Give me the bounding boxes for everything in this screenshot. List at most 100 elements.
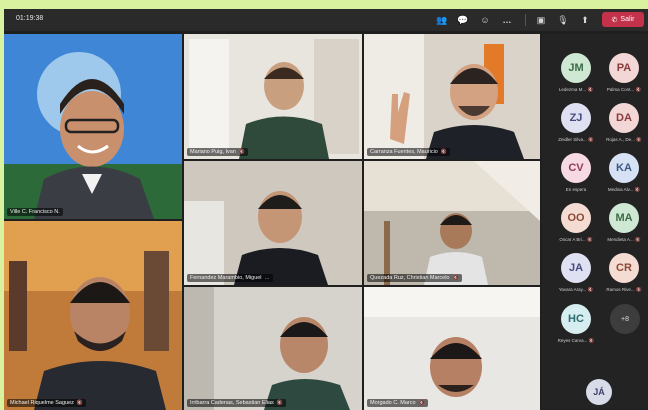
avatar: DA	[609, 103, 639, 133]
video-tile[interactable]: Ville C. Francisco N.	[4, 34, 182, 219]
participant-label: Fernandez Marambio, Miguel…	[187, 274, 273, 282]
mic-muted-icon: 🔇	[587, 87, 594, 92]
roster-name-text: Palma Cont...	[606, 87, 635, 92]
video-feed	[364, 34, 540, 159]
meeting-window: 01:19:38 👥 💬 ☺ … ▣ 🎙 ⬆ ✆ Salir Ville C. …	[4, 9, 648, 410]
roster-name: Oscar A Bri... 🔇	[552, 237, 600, 243]
camera-off-icon[interactable]: ▣	[534, 13, 548, 27]
video-feed	[364, 161, 540, 285]
avatar: ZJ	[561, 103, 591, 133]
mic-muted-icon: 🔇	[636, 137, 642, 142]
reactions-icon[interactable]: ☺	[478, 13, 492, 27]
roster-name-text: Mendieta A...	[607, 237, 634, 242]
more-icon[interactable]: …	[500, 13, 514, 27]
share-icon[interactable]: ⬆	[578, 13, 592, 27]
leave-button[interactable]: ✆ Salir	[602, 12, 644, 27]
roster-name: Mendieta A... 🔇	[600, 237, 648, 243]
leave-label: Salir	[620, 16, 635, 23]
roster-name: Ledezma M... 🔇	[552, 87, 600, 93]
roster-name-text: Rojas A., De...	[606, 137, 635, 142]
mic-muted-icon: 🔇	[634, 187, 641, 192]
roster-item[interactable]: CV En espera	[552, 153, 600, 203]
video-grid: Ville C. Francisco N. Mariano Puig, Ivan…	[4, 34, 540, 410]
participant-roster: JM Ledezma M... 🔇 PA Palma Cont... 🔇 ZJ …	[542, 34, 648, 410]
mic-muted-icon: 🔇	[587, 287, 594, 292]
roster-item[interactable]: JM Ledezma M... 🔇	[552, 53, 600, 103]
avatar: OO	[561, 203, 591, 233]
avatar: HC	[561, 304, 591, 334]
chat-icon[interactable]: 💬	[456, 13, 470, 27]
roster-name-text: Yavara Aray...	[558, 287, 587, 292]
avatar: PA	[609, 53, 639, 83]
roster-item[interactable]: CR Ramos Rive... 🔇	[600, 253, 648, 303]
roster-item[interactable]: OO Oscar A Bri... 🔇	[552, 203, 600, 253]
more-participants-button[interactable]: +8	[610, 304, 640, 334]
video-tile[interactable]: Quezada Ruz, Christian Marcelo 🔇	[364, 161, 540, 285]
participant-name: Mariano Puig, Ivan	[190, 149, 236, 155]
video-tile[interactable]: Michael Riquelme Saguez 🔇	[4, 221, 182, 410]
avatar: KA	[609, 153, 639, 183]
roster-name: Reyes Carva... 🔇	[552, 338, 600, 344]
mic-muted-icon: 🔇	[586, 237, 593, 242]
avatar: MA	[609, 203, 639, 233]
roster-name: Medina Alv... 🔇	[600, 187, 648, 193]
avatar: CV	[561, 153, 591, 183]
self-avatar[interactable]: JÁ	[586, 379, 612, 405]
roster-name: Rojas A., De... 🔇	[600, 137, 648, 143]
participant-label: Irribarra Cadenas, Sebastian Elias 🔇	[187, 399, 286, 407]
participant-label: Michael Riquelme Saguez 🔇	[7, 399, 87, 407]
mic-muted-icon: 🔇	[76, 400, 84, 406]
meeting-timer: 01:19:38	[16, 15, 44, 22]
mic-muted-icon: 🔇	[635, 87, 642, 92]
roster-name: En espera	[552, 187, 600, 192]
mic-muted-icon: 🔇	[276, 400, 283, 406]
roster-item[interactable]: ZJ Zeidler Silva... 🔇	[552, 103, 600, 153]
roster-item[interactable]: HC Reyes Carva... 🔇	[552, 304, 600, 354]
mic-muted-icon: 🔇	[588, 137, 594, 142]
mic-muted-icon: 🔇	[452, 275, 459, 281]
roster-name-text: Zeidler Silva...	[558, 137, 587, 142]
roster-item[interactable]: KA Medina Alv... 🔇	[600, 153, 648, 203]
roster-name-text: En espera	[565, 187, 587, 192]
participant-name: Michael Riquelme Saguez	[10, 400, 74, 406]
participant-label: Carranza Fuentes, Mauricio 🔇	[367, 148, 451, 156]
video-feed	[4, 221, 182, 410]
roster-name-text: Medina Alv...	[607, 187, 634, 192]
video-feed	[184, 287, 362, 410]
mic-muted-icon: 🔇	[238, 149, 246, 155]
toolbar-divider	[525, 14, 526, 26]
mic-muted-icon: 🔇	[634, 237, 641, 242]
roster-name-text: Ramos Rive...	[606, 287, 635, 292]
roster-name: Zeidler Silva... 🔇	[552, 137, 600, 143]
video-tile[interactable]: Morgado C. Marco 🔇	[364, 287, 540, 410]
mic-icon[interactable]: 🎙	[556, 13, 570, 27]
video-feed	[184, 161, 362, 285]
video-tile[interactable]: Carranza Fuentes, Mauricio 🔇	[364, 34, 540, 159]
mic-muted-icon: 🔇	[440, 149, 448, 155]
more-options-icon[interactable]: …	[265, 275, 270, 281]
video-feed	[184, 34, 362, 159]
roster-item[interactable]: DA Rojas A., De... 🔇	[600, 103, 648, 153]
participant-name: Ville C. Francisco N.	[10, 209, 60, 215]
roster-item[interactable]: PA Palma Cont... 🔇	[600, 53, 648, 103]
video-tile[interactable]: Irribarra Cadenas, Sebastian Elias 🔇	[184, 287, 362, 410]
participant-name: Morgado C. Marco	[370, 400, 416, 406]
people-icon[interactable]: 👥	[435, 13, 449, 27]
participant-name: Quezada Ruz, Christian Marcelo	[370, 275, 450, 281]
participant-label: Ville C. Francisco N.	[7, 208, 63, 216]
screen-frame: 01:19:38 👥 💬 ☺ … ▣ 🎙 ⬆ ✆ Salir Ville C. …	[0, 0, 648, 410]
avatar: JA	[561, 253, 591, 283]
participant-name: Carranza Fuentes, Mauricio	[370, 149, 438, 155]
participant-name: Fernandez Marambio, Miguel	[190, 275, 262, 281]
roster-name: Palma Cont... 🔇	[600, 87, 648, 93]
video-feed	[4, 34, 182, 219]
video-tile[interactable]: Mariano Puig, Ivan 🔇	[184, 34, 362, 159]
roster-item[interactable]: MA Mendieta A... 🔇	[600, 203, 648, 253]
avatar: CR	[609, 253, 639, 283]
roster-name-text: Oscar A Bri...	[559, 237, 586, 242]
participant-label: Mariano Puig, Ivan 🔇	[187, 148, 249, 156]
video-tile[interactable]: Fernandez Marambio, Miguel…	[184, 161, 362, 285]
video-feed	[364, 287, 540, 410]
roster-item[interactable]: JA Yavara Aray... 🔇	[552, 253, 600, 303]
roster-name-text: Reyes Carva...	[557, 338, 588, 343]
